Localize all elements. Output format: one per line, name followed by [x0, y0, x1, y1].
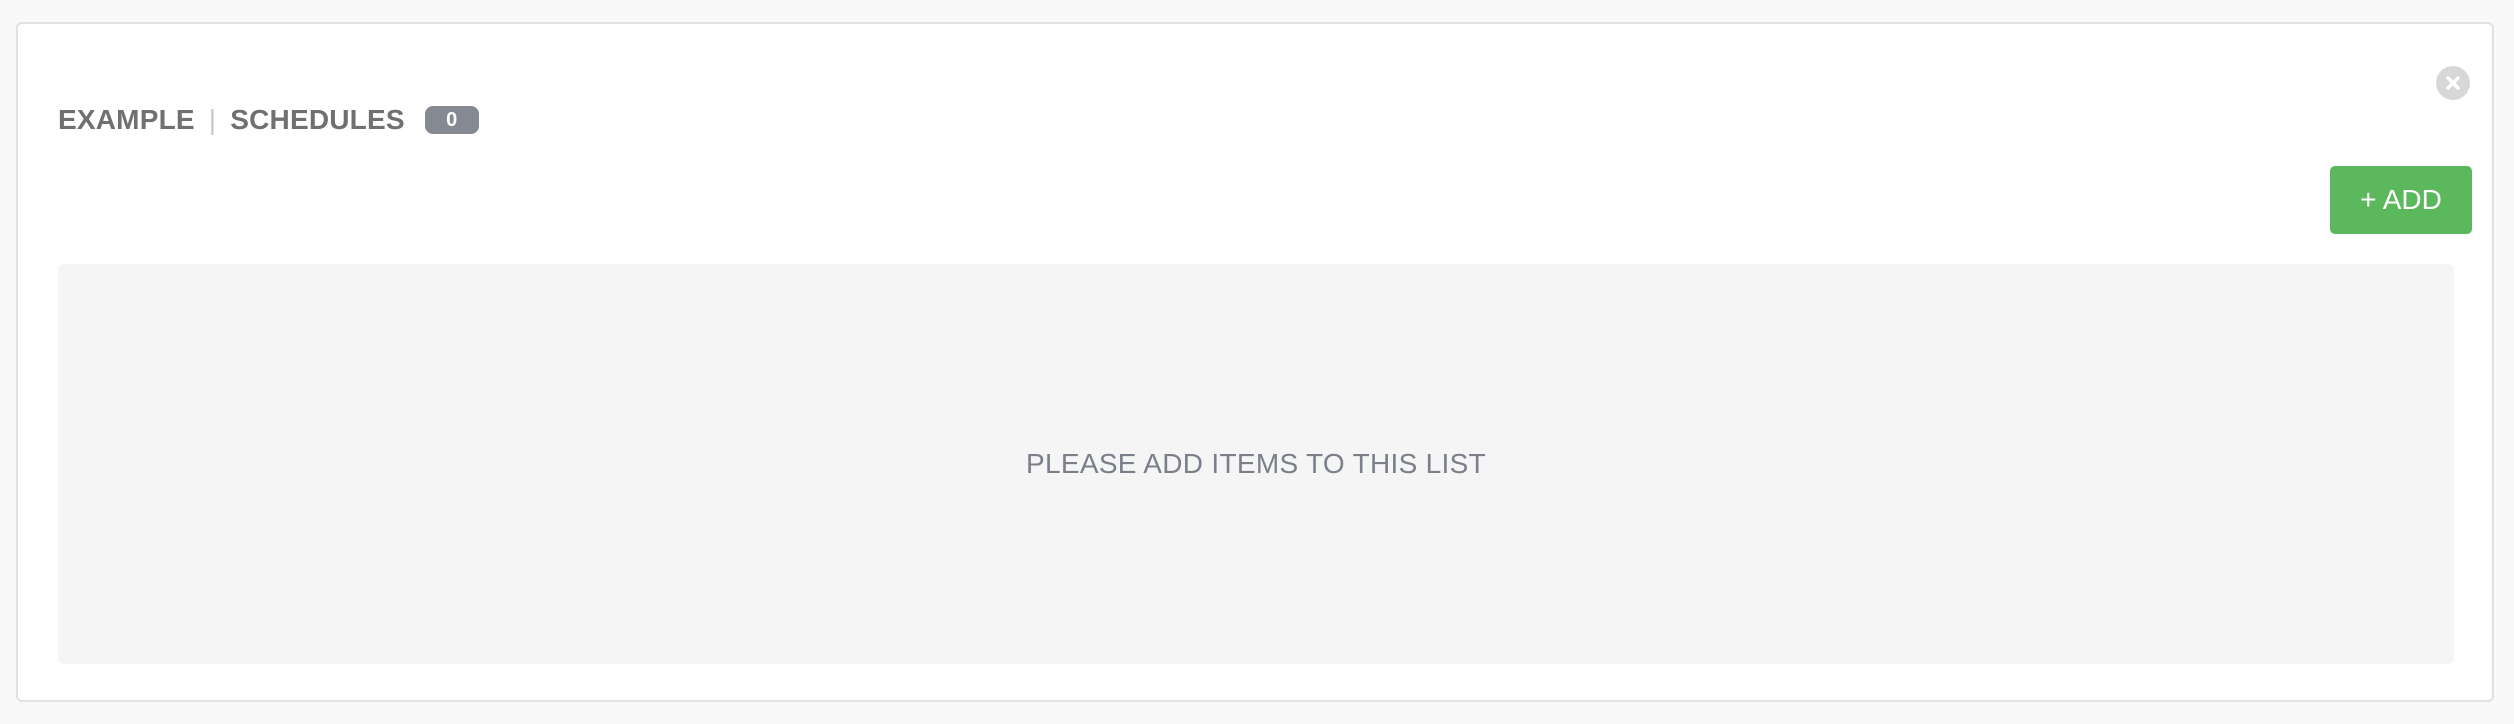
empty-list-area: PLEASE ADD ITEMS TO THIS LIST — [58, 264, 2454, 664]
schedules-panel: EXAMPLE | SCHEDULES 0 + ADD PLEASE ADD I… — [16, 22, 2494, 702]
panel-title: EXAMPLE | SCHEDULES 0 — [58, 100, 479, 140]
section-title: SCHEDULES — [230, 104, 405, 135]
count-badge: 0 — [424, 106, 479, 134]
add-button[interactable]: + ADD — [2330, 166, 2472, 234]
title-divider: | — [208, 104, 217, 135]
close-icon — [2446, 76, 2460, 90]
close-button[interactable] — [2436, 66, 2470, 100]
resource-name: EXAMPLE — [58, 104, 195, 135]
empty-list-message: PLEASE ADD ITEMS TO THIS LIST — [1026, 448, 1486, 479]
